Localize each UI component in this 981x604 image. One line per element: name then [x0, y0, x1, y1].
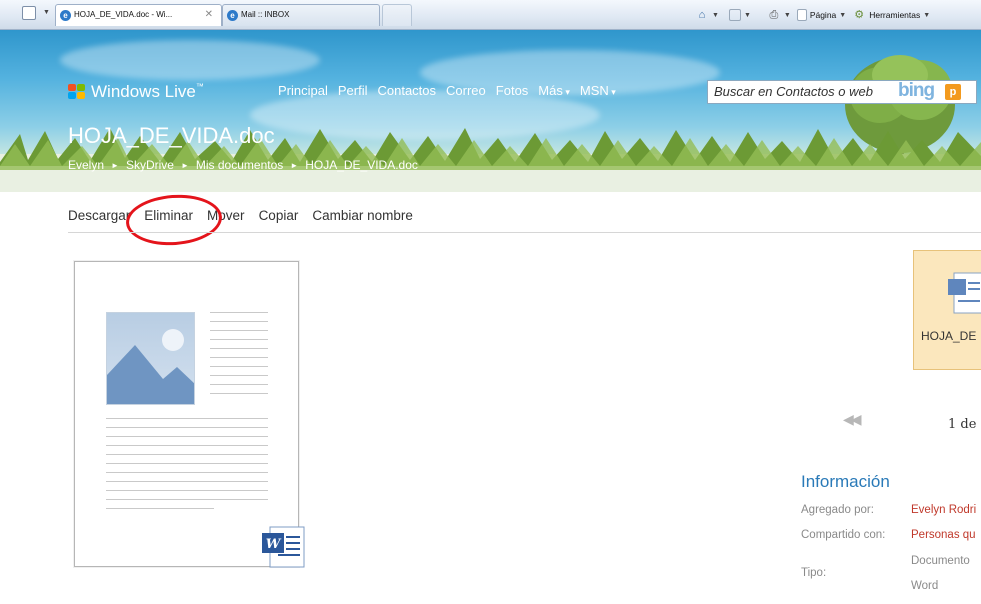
breadcrumb-arrow-icon: ► — [290, 160, 299, 170]
ie-icon: e — [227, 10, 238, 21]
pager-text: 1 de — [948, 417, 977, 432]
tab-mail-inbox[interactable]: e Mail :: INBOX — [222, 4, 380, 26]
tools-menu-label: Herramientas — [869, 10, 921, 20]
page-menu-label: Página — [809, 10, 837, 20]
tab-label: HOJA_DE_VIDA.doc - Wi... — [74, 10, 173, 19]
breadcrumb-current: HOJA_DE_VIDA.doc — [305, 158, 418, 172]
type-label: Tipo: — [801, 567, 827, 579]
file-actions: Descargar Eliminar Mover Copiar Cambiar … — [68, 208, 427, 223]
feeds-button[interactable]: ▼ — [728, 9, 751, 21]
main-nav: Principal Perfil Contactos Correo Fotos … — [278, 83, 626, 98]
quick-tabs-icon[interactable] — [22, 6, 36, 20]
text-lines — [210, 312, 268, 402]
download-link[interactable]: Descargar — [68, 208, 130, 223]
type-value-line2: Word — [911, 580, 939, 592]
page-menu[interactable]: Página ▼ — [796, 9, 846, 21]
nav-mas[interactable]: Más — [538, 83, 570, 98]
word-document-icon — [948, 272, 981, 314]
new-tab-button[interactable] — [382, 4, 412, 26]
windows-live-logo[interactable]: Windows Live™ — [68, 82, 204, 102]
ie-icon: e — [60, 10, 71, 21]
header-banner: Windows Live™ Principal Perfil Contactos… — [0, 30, 981, 192]
print-button[interactable]: ⎙ ▼ — [767, 8, 790, 22]
bing-logo: bing — [898, 80, 935, 101]
shared-with-label: Compartido con: — [801, 529, 886, 541]
windows-flag-icon — [68, 84, 86, 100]
tools-menu[interactable]: ⚙ Herramientas ▼ — [852, 8, 930, 22]
divider — [68, 232, 981, 233]
highlight-circle-annotation — [124, 191, 224, 249]
logo-text: Windows Live — [91, 82, 196, 101]
breadcrumb: Evelyn ► SkyDrive ► Mis documentos ► HOJ… — [68, 158, 418, 172]
nav-principal[interactable]: Principal — [278, 83, 328, 98]
nav-fotos[interactable]: Fotos — [496, 83, 529, 98]
tab-hoja-de-vida[interactable]: e HOJA_DE_VIDA.doc - Wi... ✕ — [55, 4, 222, 26]
breadcrumb-evelyn[interactable]: Evelyn — [68, 158, 104, 172]
text-lines — [106, 418, 268, 517]
search-input[interactable]: Buscar en Contactos o web bing p — [707, 80, 977, 104]
svg-text:W: W — [266, 537, 282, 552]
copy-link[interactable]: Copiar — [259, 208, 299, 223]
page-icon — [796, 9, 807, 21]
home-icon: ⌂ — [698, 9, 706, 21]
image-placeholder-icon — [106, 312, 195, 405]
type-value: Documento — [911, 555, 970, 567]
tab-label: Mail :: INBOX — [241, 10, 290, 19]
command-bar: ⌂ ▼ ▼ ⎙ ▼ Página ▼ ⚙ Herramientas ▼ — [695, 0, 930, 30]
added-by-value[interactable]: Evelyn Rodri — [911, 504, 976, 516]
nav-correo[interactable]: Correo — [446, 83, 486, 98]
print-icon: ⎙ — [769, 9, 779, 21]
feeds-icon — [728, 9, 741, 21]
breadcrumb-skydrive[interactable]: SkyDrive — [126, 158, 174, 172]
breadcrumb-arrow-icon: ► — [180, 160, 189, 170]
close-tab-icon[interactable]: ✕ — [205, 5, 213, 25]
rename-link[interactable]: Cambiar nombre — [312, 208, 413, 223]
search-icon[interactable]: p — [945, 84, 961, 100]
nav-perfil[interactable]: Perfil — [338, 83, 368, 98]
logo-trademark: ™ — [195, 82, 204, 91]
home-button[interactable]: ⌂ ▼ — [695, 8, 719, 22]
info-heading: Información — [801, 472, 890, 491]
previous-icon[interactable]: ◀◀ — [843, 411, 861, 428]
document-preview[interactable]: W — [74, 261, 305, 568]
tab-list-chevron-icon[interactable]: ▼ — [43, 9, 50, 16]
page-title: HOJA_DE_VIDA.doc — [68, 123, 275, 148]
nav-contactos[interactable]: Contactos — [377, 83, 436, 98]
breadcrumb-mis-documentos[interactable]: Mis documentos — [196, 158, 283, 172]
file-thumbnail[interactable]: HOJA_DE — [913, 250, 981, 370]
thumbnail-label: HOJA_DE — [921, 329, 977, 343]
gear-icon: ⚙ — [854, 9, 865, 21]
browser-tabstrip: ▼ e HOJA_DE_VIDA.doc - Wi... ✕ e Mail ::… — [0, 0, 981, 30]
shared-with-value[interactable]: Personas qu — [911, 529, 976, 541]
search-placeholder: Buscar en Contactos o web — [714, 84, 873, 99]
word-document-icon: W — [262, 526, 305, 568]
breadcrumb-arrow-icon: ► — [111, 160, 119, 170]
nav-msn[interactable]: MSN — [580, 83, 616, 98]
added-by-label: Agregado por: — [801, 504, 874, 516]
